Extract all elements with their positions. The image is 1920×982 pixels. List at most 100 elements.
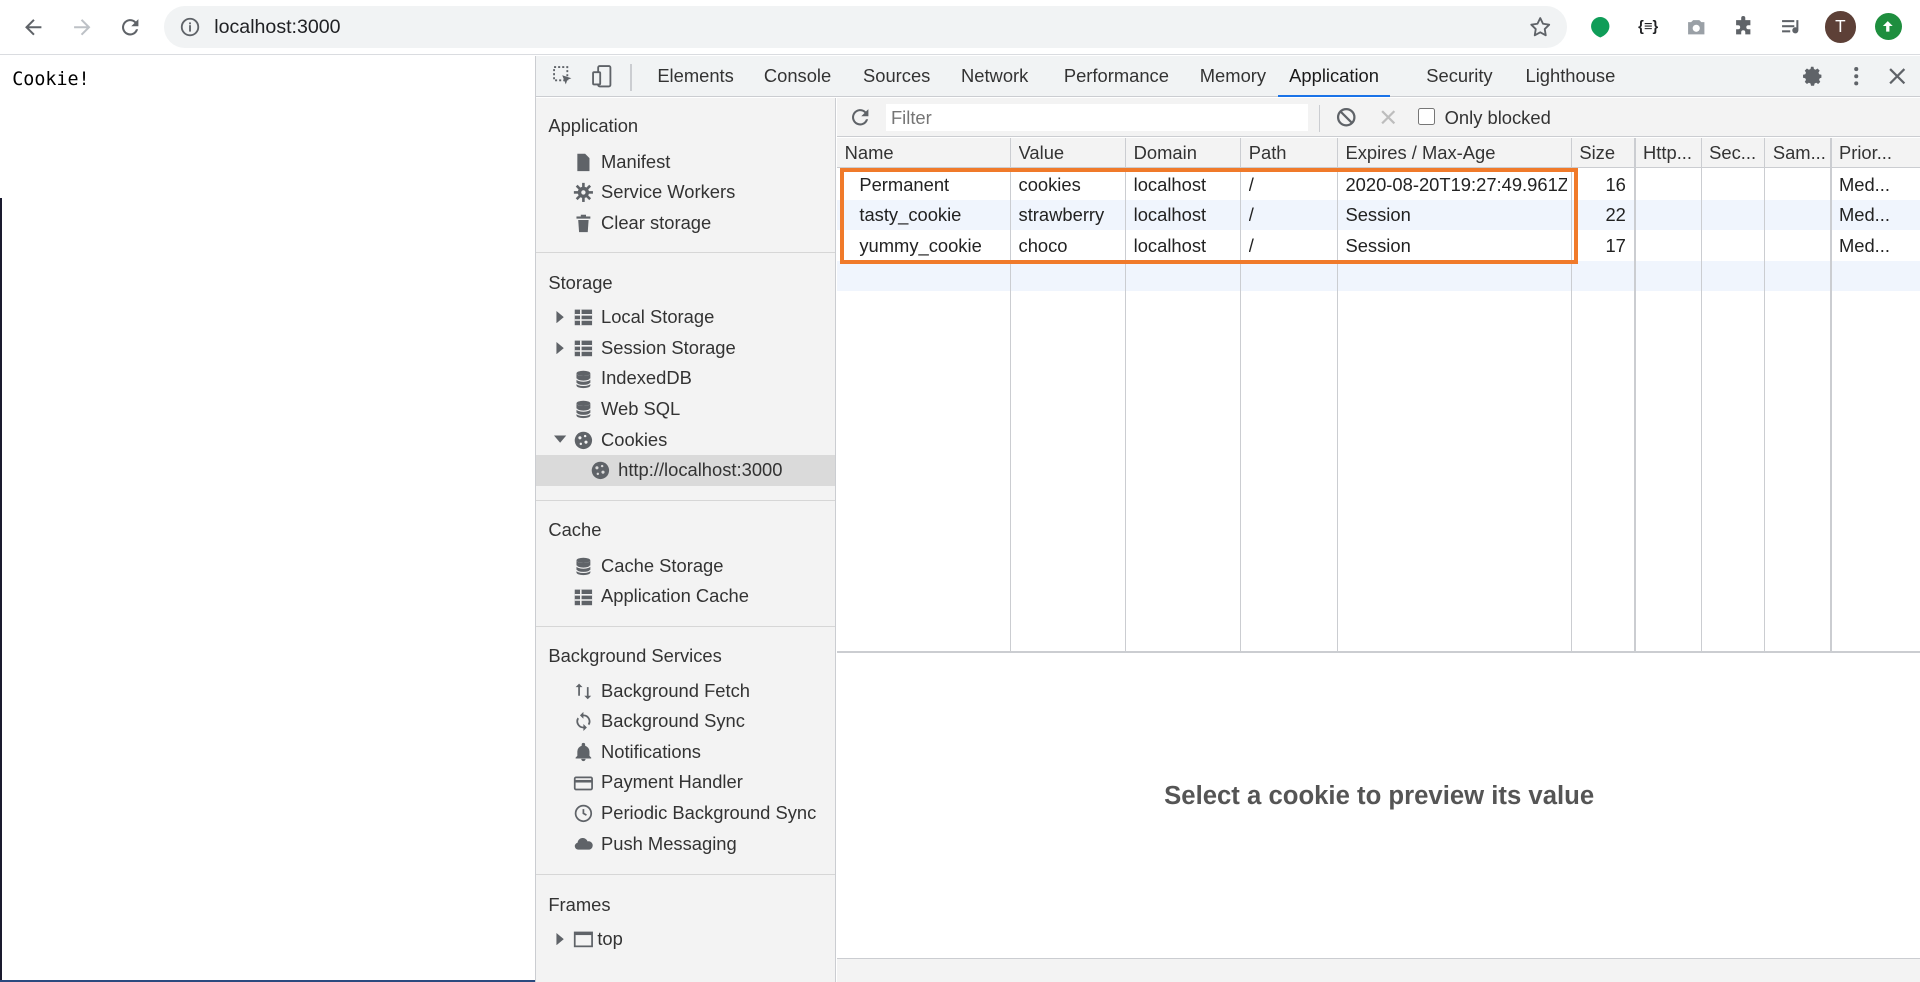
cookies-table: Name Value Domain Path Expires / Max-Age Size… [837, 138, 1920, 653]
table-row[interactable]: Permanent cookies localhost / 2020-08-20T19:… [837, 169, 1920, 200]
column-header[interactable]: Sam... [1773, 142, 1829, 164]
gear-icon [573, 183, 593, 203]
sidebar-item-session-storage[interactable]: Session Storage [536, 333, 835, 364]
sidebar-item-periodic-background-sync[interactable]: Periodic Background Sync [536, 798, 835, 829]
column-header[interactable]: Size [1579, 142, 1633, 164]
sidebar-item-frame-top[interactable]: top [536, 924, 835, 955]
database-icon [575, 557, 591, 575]
camera-icon[interactable] [1682, 13, 1709, 40]
only-blocked-checkbox[interactable] [1417, 107, 1435, 125]
column-divider[interactable] [1336, 138, 1339, 653]
column-divider[interactable] [1830, 138, 1832, 653]
expand-triangle-icon[interactable] [554, 341, 566, 354]
column-divider[interactable] [1700, 138, 1702, 653]
update-arrow-icon[interactable] [1874, 13, 1902, 41]
puzzle-extensions-icon[interactable] [1730, 13, 1757, 40]
close-devtools-icon[interactable] [1885, 64, 1909, 88]
sidebar-item-cookies-localhost[interactable]: http://localhost:3000 [536, 455, 835, 487]
sidebar-item-background-sync[interactable]: Background Sync [536, 707, 835, 738]
more-vertical-icon[interactable] [1844, 64, 1868, 88]
sidebar-item-cookies[interactable]: Cookies [536, 425, 835, 456]
sync-icon [576, 712, 591, 732]
cookie-preview-pane: Select a cookie to preview its value [837, 655, 1920, 957]
table-cell: choco [1018, 235, 1068, 257]
sidebar-item-payment-handler[interactable]: Payment Handler [536, 768, 835, 799]
bookmark-star-icon[interactable] [1528, 15, 1552, 39]
sidebar-item-cache-storage[interactable]: Cache Storage [536, 551, 835, 582]
table-row[interactable]: tasty_cookie strawberry localhost / Session 2… [837, 199, 1920, 231]
filter-input[interactable] [885, 102, 1309, 133]
device-toolbar-icon[interactable] [590, 64, 614, 88]
document-icon [577, 153, 590, 171]
address-bar[interactable]: localhost:3000 [164, 6, 1568, 48]
sidebar-item-label: Web SQL [600, 397, 681, 419]
sidebar-item-label: IndexedDB [600, 367, 692, 389]
delete-selected-x-icon[interactable] [1376, 105, 1400, 129]
column-divider[interactable] [1240, 138, 1242, 653]
table-cell: tasty_cookie [859, 204, 962, 226]
table-row[interactable]: yummy_cookie choco localhost / Session 17 Med.… [837, 230, 1920, 261]
column-divider[interactable] [1125, 138, 1127, 653]
clear-all-block-icon[interactable] [1334, 105, 1358, 129]
toolbar-separator [1318, 105, 1320, 133]
sidebar-item-notifications[interactable]: Notifications [536, 737, 835, 768]
column-header[interactable]: Expires / Max-Age [1345, 142, 1569, 164]
sidebar-item-indexeddb[interactable]: IndexedDB [536, 364, 835, 395]
sidebar-item-label: Payment Handler [600, 771, 743, 793]
sidebar-item-background-fetch[interactable]: Background Fetch [536, 676, 835, 707]
reading-list-icon[interactable] [1778, 13, 1805, 40]
tab-security[interactable]: Security [1415, 56, 1503, 96]
column-header[interactable]: Domain [1134, 142, 1239, 164]
only-blocked-label: Only blocked [1444, 106, 1551, 128]
sidebar-item-label: Cookies [600, 428, 668, 450]
sidebar-item-clear-storage[interactable]: Clear storage [536, 208, 835, 239]
section-frames: Frames [548, 893, 611, 915]
tab-application[interactable]: Application [1278, 56, 1390, 97]
site-info-icon[interactable] [179, 16, 201, 38]
column-header[interactable]: Path [1249, 142, 1336, 164]
section-cache: Cache [548, 519, 602, 541]
forward-arrow-icon[interactable] [66, 11, 98, 43]
column-header[interactable]: Prior... [1839, 142, 1919, 164]
url-text[interactable]: localhost:3000 [214, 16, 340, 39]
tab-elements[interactable]: Elements [646, 56, 745, 96]
tab-sources[interactable]: Sources [852, 56, 941, 96]
settings-gear-icon[interactable] [1801, 64, 1825, 88]
tab-network[interactable]: Network [950, 56, 1039, 96]
extension-json-icon[interactable]: {≡} [1635, 13, 1662, 40]
sidebar-item-local-storage[interactable]: Local Storage [536, 302, 835, 333]
inspect-element-icon[interactable] [551, 64, 575, 88]
column-header[interactable]: Name [845, 142, 1009, 164]
expand-triangle-icon[interactable] [554, 310, 566, 324]
tab-console[interactable]: Console [753, 56, 842, 96]
column-header[interactable]: Sec... [1709, 142, 1763, 164]
sidebar-item-manifest[interactable]: Manifest [536, 147, 835, 178]
devtools-tabbar: Elements Console Sources Network Performance… [536, 56, 1920, 97]
column-header[interactable]: Value [1019, 142, 1124, 164]
collapse-triangle-icon[interactable] [554, 433, 567, 445]
profile-avatar[interactable]: T [1824, 11, 1857, 43]
extension-green-drop-icon[interactable] [1587, 13, 1614, 40]
sidebar-item-web-sql[interactable]: Web SQL [536, 394, 835, 425]
table-cell: / [1248, 204, 1254, 226]
back-arrow-icon[interactable] [17, 11, 49, 43]
column-header[interactable]: Http... [1643, 142, 1699, 164]
column-divider[interactable] [1009, 138, 1012, 653]
sidebar-item-label: Periodic Background Sync [600, 802, 817, 824]
cookie-icon [591, 462, 610, 480]
column-divider[interactable] [1570, 138, 1572, 653]
tab-memory[interactable]: Memory [1189, 56, 1277, 96]
bottom-status-strip [837, 957, 1920, 982]
sidebar-item-service-workers[interactable]: Service Workers [536, 178, 835, 209]
refresh-icon[interactable] [848, 105, 872, 129]
sidebar-divider [536, 874, 835, 876]
reload-icon[interactable] [114, 11, 146, 43]
column-divider[interactable] [1764, 138, 1766, 653]
tab-lighthouse[interactable]: Lighthouse [1514, 56, 1626, 96]
tab-performance[interactable]: Performance [1053, 56, 1180, 96]
expand-triangle-icon[interactable] [554, 933, 566, 946]
column-divider[interactable] [1634, 138, 1636, 653]
sidebar-item-push-messaging[interactable]: Push Messaging [536, 829, 835, 860]
sidebar-item-application-cache[interactable]: Application Cache [536, 582, 835, 613]
frame-window-icon [573, 931, 593, 948]
